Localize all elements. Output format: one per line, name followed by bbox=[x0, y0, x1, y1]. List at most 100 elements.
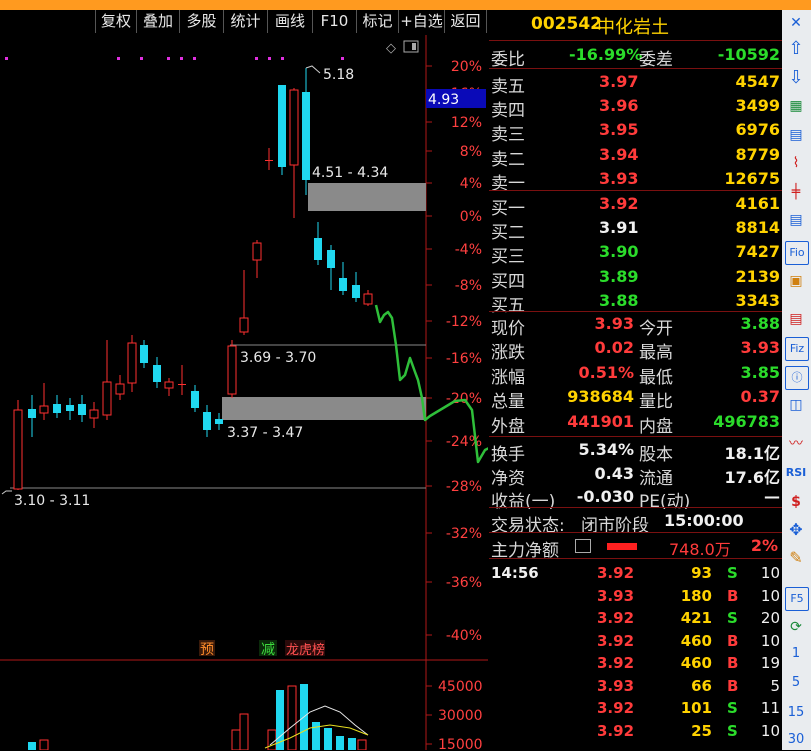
f5-icon[interactable]: F5 bbox=[785, 587, 809, 611]
y-axis-label: 0% bbox=[460, 209, 482, 225]
square-icon[interactable]: ◫ bbox=[785, 394, 807, 416]
zone-box-lower bbox=[222, 397, 426, 420]
refresh-icon[interactable]: ⟳ bbox=[785, 616, 807, 638]
toolbar-fuquan-button[interactable]: 复权 bbox=[95, 10, 136, 33]
toolbar-stats-button[interactable]: 统计 bbox=[223, 10, 267, 33]
webi-row: 委比 -16.99% 委差 -10592 bbox=[491, 45, 780, 70]
y-axis-label: 12% bbox=[451, 115, 482, 131]
kline-icon[interactable]: ╪ bbox=[785, 181, 807, 203]
stats-row: 涨跌 0.02 最高 3.93 bbox=[491, 338, 780, 364]
toolbar-multi-stock-button[interactable]: 多股 bbox=[179, 10, 223, 33]
right-icon-bar: ✕ ⇧ ⇩ ▦ ▤ ⌇ ╪ ▤ Fio ▣ ▤ Fiz ⓘ ◫ 〰 RSI $ … bbox=[782, 10, 811, 750]
y-axis-label: -32% bbox=[446, 526, 482, 542]
grid-icon[interactable]: ▤ bbox=[785, 124, 807, 146]
stats-row: 总量 938684 量比 0.37 bbox=[491, 387, 780, 413]
candlesticks bbox=[13, 68, 373, 490]
period-1-button[interactable]: 1 bbox=[785, 643, 807, 665]
stats2-row: 净资 0.43 流通 17.6亿 bbox=[491, 463, 780, 489]
stats2-row: 收益(一) -0.030 PE(动) — bbox=[491, 487, 780, 512]
bid-row: 买四 3.89 2139 bbox=[491, 266, 780, 292]
zone-label-3: 3.37 - 3.47 bbox=[227, 425, 303, 441]
info-icon[interactable]: ⓘ bbox=[785, 366, 809, 390]
volume-axis: 45000 30000 15000 bbox=[426, 679, 483, 750]
toolbar-overlay-button[interactable]: 叠加 bbox=[136, 10, 179, 33]
toolbar-back-button[interactable]: 返回 bbox=[444, 10, 487, 33]
badge-yu: 预 bbox=[200, 642, 214, 658]
zone-label-4: 3.10 - 3.11 bbox=[14, 493, 90, 509]
high-label: 5.18 bbox=[323, 67, 354, 83]
bid-row: 买一 3.92 4161 bbox=[491, 194, 780, 219]
line-chart-icon[interactable]: ⌇ bbox=[785, 152, 807, 174]
chart-toolbar: 复权 叠加 多股 统计 画线 F10 标记 +自选 返回 bbox=[0, 10, 488, 35]
diamond-icon[interactable]: ◇ bbox=[386, 41, 396, 56]
stock-code: 002542 bbox=[531, 14, 602, 34]
stats-row: 外盘 441901 内盘 496783 bbox=[491, 411, 780, 437]
tick-row: 3.92 460 B 10 bbox=[597, 631, 780, 650]
wave-icon[interactable]: 〰 bbox=[785, 433, 807, 455]
kline-chart[interactable]: 20%16%12%8%4%0%-4%-8%-12%-16%-20%-24%-28… bbox=[0, 35, 488, 750]
ask-row: 卖三 3.95 6976 bbox=[491, 120, 780, 146]
vol-label-2: 30000 bbox=[438, 708, 483, 724]
badge-longhubang: 龙虎榜 bbox=[286, 642, 325, 658]
move-icon[interactable]: ✥ bbox=[785, 519, 807, 541]
y-axis-label: 8% bbox=[460, 144, 482, 160]
badge-jian: 减 bbox=[261, 642, 275, 658]
top-accent-bar bbox=[0, 0, 811, 10]
y-axis-label: -16% bbox=[446, 351, 482, 367]
y-axis-label: -12% bbox=[446, 314, 482, 330]
period-15-button[interactable]: 15 bbox=[785, 702, 807, 724]
tick-row: 3.92 101 S 11 bbox=[597, 699, 780, 717]
ask-row: 卖五 3.97 4547 bbox=[491, 72, 780, 97]
list-icon[interactable]: ▤ bbox=[785, 209, 807, 231]
toolbar-add-watchlist-button[interactable]: +自选 bbox=[398, 10, 444, 33]
low-pointer bbox=[1, 490, 12, 495]
rsi-icon[interactable]: RSI bbox=[785, 462, 807, 484]
signal-dots bbox=[5, 57, 344, 60]
y-axis: 20%16%12%8%4%0%-4%-8%-12%-16%-20%-24%-28… bbox=[426, 59, 482, 644]
y-axis-label: -4% bbox=[455, 242, 482, 258]
fiz-icon[interactable]: Fiz bbox=[785, 337, 809, 361]
stats-row: 涨幅 0.51% 最低 3.85 bbox=[491, 362, 780, 388]
stock-name: 中化岩土 bbox=[597, 17, 669, 38]
period-5-button[interactable]: 5 bbox=[785, 672, 807, 694]
toolbar-draw-button[interactable]: 画线 bbox=[267, 10, 312, 33]
vol-label-3: 15000 bbox=[438, 737, 483, 750]
stats2-row: 换手 5.34% 股本 18.1亿 bbox=[491, 440, 780, 465]
toolbar-f10-button[interactable]: F10 bbox=[312, 10, 356, 33]
tick-row: 3.93 66 B 5 bbox=[597, 676, 780, 695]
volume-bars bbox=[28, 684, 369, 750]
f-icon[interactable]: ▤ bbox=[785, 308, 807, 330]
ask-row: 卖二 3.94 8779 bbox=[491, 144, 780, 170]
forecast-line bbox=[374, 304, 488, 464]
main-flow-row[interactable]: 主力净额 748.0万 2% bbox=[489, 534, 782, 561]
arrow-down-icon[interactable]: ⇩ bbox=[785, 67, 807, 89]
toolbar-mark-button[interactable]: 标记 bbox=[356, 10, 398, 33]
y-axis-label: -36% bbox=[446, 575, 482, 591]
f10-icon[interactable]: Fio bbox=[785, 241, 809, 265]
flow-bar bbox=[607, 543, 637, 550]
zone-label-2: 3.69 - 3.70 bbox=[240, 350, 316, 366]
tick-row: 3.92 25 S 10 bbox=[597, 721, 780, 740]
y-axis-label: -28% bbox=[446, 479, 482, 495]
dollar-icon[interactable]: $ bbox=[785, 491, 807, 513]
stats-row: 现价 3.93 今开 3.88 bbox=[491, 314, 780, 339]
tick-row: 3.92 421 S 20 bbox=[597, 609, 780, 627]
ask-row: 卖四 3.96 3499 bbox=[491, 96, 780, 122]
chart-icon[interactable]: ▦ bbox=[785, 95, 807, 117]
bid-row: 买三 3.90 7427 bbox=[491, 242, 780, 268]
bid-row: 买二 3.91 8814 bbox=[491, 218, 780, 244]
y-axis-label: 4% bbox=[460, 176, 482, 192]
arrow-up-icon[interactable]: ⇧ bbox=[785, 38, 807, 60]
ask-row: 卖一 3.93 12675 bbox=[491, 168, 780, 194]
tick-row: 14:56 3.92 93 S 10 bbox=[491, 564, 780, 582]
zone-label-1: 4.51 - 4.34 bbox=[312, 165, 388, 181]
trade-status-row: 交易状态: 闭市阶段 15:00:00 bbox=[491, 511, 744, 536]
close-icon[interactable]: ✕ bbox=[785, 12, 807, 34]
price-tag: 4.93 bbox=[428, 92, 459, 108]
tick-row: 3.93 180 B 10 bbox=[597, 586, 780, 605]
pen-icon[interactable]: ✎ bbox=[785, 547, 807, 569]
f11-icon[interactable]: ▣ bbox=[785, 270, 807, 292]
list-icon bbox=[575, 539, 591, 553]
period-30-button[interactable]: 30 bbox=[785, 729, 807, 751]
zone-box-upper bbox=[308, 183, 426, 211]
